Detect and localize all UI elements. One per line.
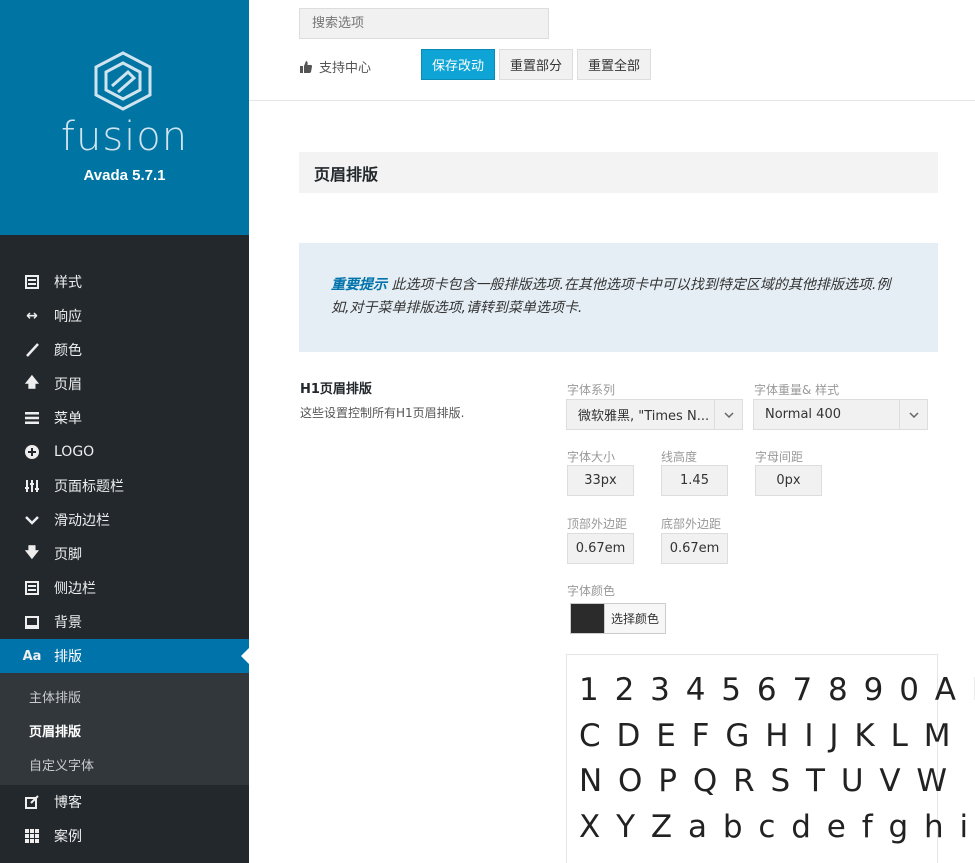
select-color-label: 选择颜色 <box>604 604 666 633</box>
notice-text: 此选项卡包含一般排版选项.在其他选项卡中可以找到特定区域的其他排版选项.例如,对… <box>331 277 891 316</box>
font-size-label: 字体大小 <box>567 450 616 464</box>
font-family-label: 字体系列 <box>567 383 616 397</box>
section-title: 页眉排版 <box>299 152 938 193</box>
chevron-down-icon <box>899 400 927 429</box>
grid-icon <box>24 828 40 844</box>
brand-version: Avada 5.7.1 <box>83 167 166 184</box>
sidebar-item-responsive[interactable]: ↔ 响应 <box>0 299 249 333</box>
typography-icon: Aa <box>22 648 42 664</box>
edit-icon <box>24 794 40 810</box>
sidebar-item-label: 博客 <box>54 795 82 811</box>
chevron-down-icon <box>714 400 742 429</box>
arrows-horizontal-icon: ↔ <box>26 308 38 324</box>
preview-line: X Y Z a b c d e f g h i j <box>579 808 975 845</box>
brand-header: fusion Avada 5.7.1 <box>0 0 249 235</box>
margin-bottom-label: 底部外边距 <box>661 517 722 531</box>
arrow-down-icon: 🡇 <box>24 545 40 561</box>
sliders-icon <box>24 478 40 494</box>
font-family-select[interactable]: 微软雅黑, "Times N... <box>566 399 743 430</box>
reset-all-button[interactable]: 重置全部 <box>577 49 651 80</box>
sidebar-item-portfolio[interactable]: 案例 <box>0 819 249 853</box>
monitor-icon <box>24 614 40 630</box>
menu-icon <box>24 410 40 426</box>
sidebar-item-label: 菜单 <box>54 411 82 427</box>
font-color-picker[interactable]: 选择颜色 <box>570 603 667 634</box>
sidebar-item-label: 颜色 <box>54 343 82 359</box>
margin-bottom-input[interactable]: 0.67em <box>661 533 728 564</box>
sidebar-item-typography[interactable]: Aa 排版 <box>0 639 249 673</box>
font-weight-select[interactable]: Normal 400 <box>753 399 928 430</box>
sidebar-item-label: 样式 <box>54 275 82 291</box>
option-title: H1页眉排版 <box>300 382 372 397</box>
layout-icon <box>24 274 40 290</box>
font-weight-value: Normal 400 <box>765 407 841 422</box>
subnav-item-body-typography[interactable]: 主体排版 <box>0 679 249 713</box>
sidebar-item-sliding-bar[interactable]: 滑动边栏 <box>0 503 249 537</box>
sidebar-item-label: 滑动边栏 <box>54 513 110 529</box>
subnav-item-headers-typography[interactable]: 页眉排版 <box>0 713 249 747</box>
preview-line: 1 2 3 4 5 6 7 8 9 0 A B <box>579 672 975 708</box>
plus-circle-icon <box>24 444 40 460</box>
fusion-logo-icon <box>94 51 152 111</box>
notice-emphasis: 重要提示 <box>331 277 387 293</box>
sidebar-item-colors[interactable]: 颜色 <box>0 333 249 367</box>
sidebar-item-background[interactable]: 背景 <box>0 605 249 639</box>
line-height-input[interactable]: 1.45 <box>661 465 728 496</box>
save-changes-button[interactable]: 保存改动 <box>421 49 495 80</box>
arrow-up-icon: 🡅 <box>24 375 40 391</box>
reset-section-button[interactable]: 重置部分 <box>499 49 573 80</box>
sidebar-item-blog[interactable]: 博客 <box>0 785 249 819</box>
color-swatch <box>571 604 604 633</box>
preview-line: N O P Q R S T U V W <box>579 763 951 799</box>
sidebar-item-sidebar[interactable]: 侧边栏 <box>0 571 249 605</box>
sidebar-item-label: 页面标题栏 <box>54 479 124 495</box>
thumbs-up-icon <box>300 60 312 73</box>
sidebar-item-label: 排版 <box>54 649 82 665</box>
sidebar-icon <box>24 580 40 596</box>
font-weight-label: 字体重量& 样式 <box>754 383 840 397</box>
sidebar-item-label: LOGO <box>54 444 95 460</box>
sidebar-item-label: 响应 <box>54 309 82 325</box>
sidebar-item-menu[interactable]: 菜单 <box>0 401 249 435</box>
font-family-value: 微软雅黑, "Times N... <box>578 409 710 424</box>
preview-line: C D E F G H I J K L M <box>579 717 954 754</box>
margin-top-input[interactable]: 0.67em <box>567 533 634 564</box>
sidebar-item-label: 页脚 <box>54 547 82 563</box>
info-notice: 重要提示 此选项卡包含一般排版选项.在其他选项卡中可以找到特定区域的其他排版选项… <box>299 243 938 352</box>
font-size-input[interactable]: 33px <box>567 465 634 496</box>
subnav-item-custom-fonts[interactable]: 自定义字体 <box>0 747 249 781</box>
sidebar-subnav: 主体排版 页眉排版 自定义字体 <box>0 673 249 785</box>
font-color-label: 字体颜色 <box>567 584 616 598</box>
sidebar-item-page-title-bar[interactable]: 页面标题栏 <box>0 469 249 503</box>
brand-wordmark: fusion <box>60 114 189 160</box>
margin-top-label: 顶部外边距 <box>567 517 628 531</box>
support-center-label: 支持中心 <box>319 61 372 76</box>
chevron-down-icon <box>24 512 40 528</box>
sidebar-item-label: 侧边栏 <box>54 581 96 597</box>
font-preview: 1 2 3 4 5 6 7 8 9 0 A B C D E F G H I J … <box>566 654 975 863</box>
line-height-label: 线高度 <box>661 450 698 464</box>
sidebar-item-label: 页眉 <box>54 377 82 393</box>
app-root: fusion Avada 5.7.1 样式 ↔ 响应 颜色 🡅 页眉 菜单 LO… <box>0 0 975 863</box>
sidebar-item-footer[interactable]: 🡇 页脚 <box>0 537 249 571</box>
sidebar-nav: 样式 ↔ 响应 颜色 🡅 页眉 菜单 LOGO 页面标题栏 滑动边栏 🡇 页脚 … <box>0 265 249 853</box>
brush-icon <box>24 342 40 358</box>
sidebar-item-logo[interactable]: LOGO <box>0 435 249 469</box>
option-description: 这些设置控制所有H1页眉排版. <box>300 406 465 420</box>
support-center-link[interactable]: 支持中心 <box>300 57 371 76</box>
sidebar-item-layout[interactable]: 样式 <box>0 265 249 299</box>
sidebar-item-header[interactable]: 🡅 页眉 <box>0 367 249 401</box>
letter-spacing-label: 字母间距 <box>755 450 804 464</box>
toolbar-divider <box>249 100 975 101</box>
sidebar-item-label: 案例 <box>54 829 82 845</box>
letter-spacing-input[interactable]: 0px <box>755 465 822 496</box>
sidebar: fusion Avada 5.7.1 样式 ↔ 响应 颜色 🡅 页眉 菜单 LO… <box>0 0 249 863</box>
sidebar-item-label: 背景 <box>54 615 82 631</box>
search-input[interactable] <box>299 8 549 39</box>
